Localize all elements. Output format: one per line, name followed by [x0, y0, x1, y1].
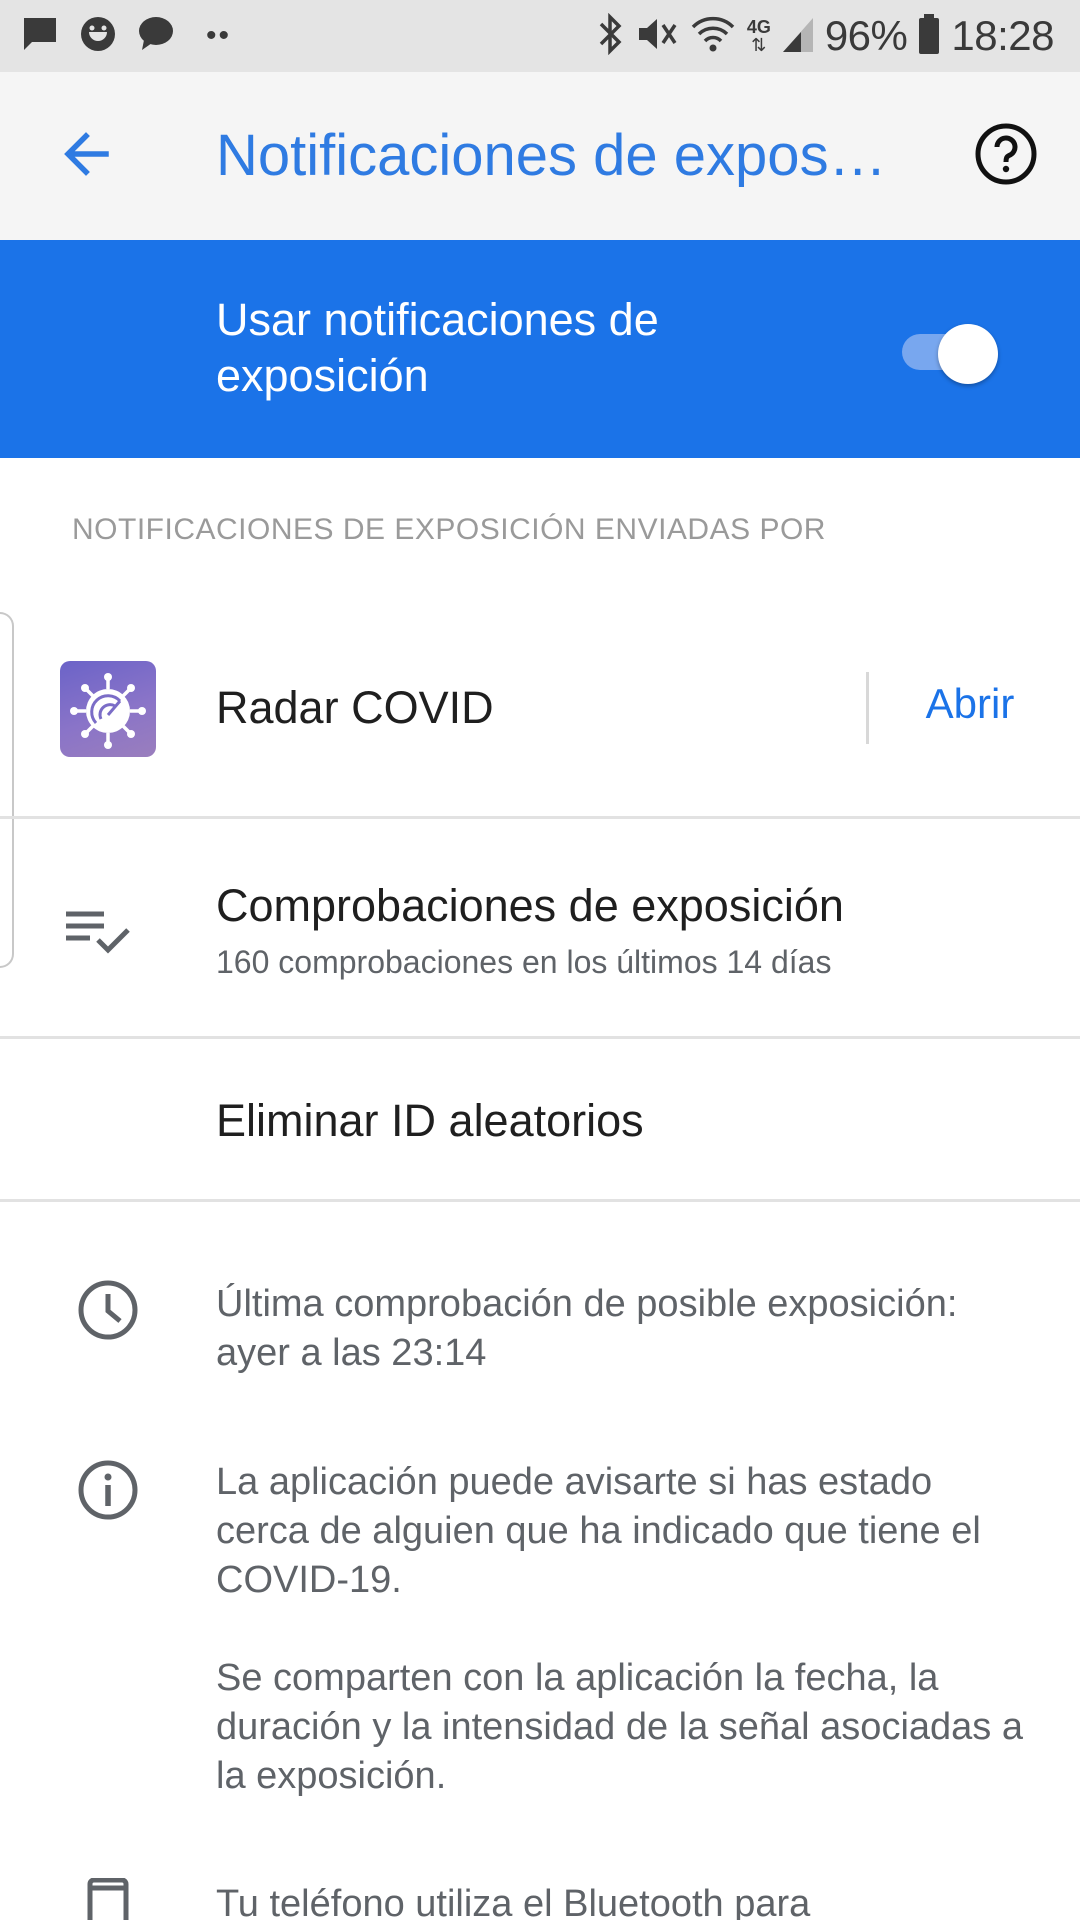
info-icon — [76, 1458, 140, 1522]
chat-bubble-icon — [136, 14, 176, 59]
exposure-checks-summary: 160 comprobaciones en los últimos 14 día… — [216, 944, 832, 980]
battery-percentage: 96% — [824, 12, 908, 59]
last-check-text: Última comprobación de posible exposició… — [216, 1283, 958, 1374]
exposure-notifications-switch[interactable] — [900, 324, 1000, 384]
status-bar-notifications: •• — [20, 14, 231, 58]
delete-random-ids-row[interactable]: Eliminar ID aleatorios — [0, 1040, 1080, 1200]
shared-data-text: Se comparten con la aplicación la fecha,… — [216, 1657, 1023, 1797]
more-notifications-icon: •• — [206, 19, 232, 52]
phone-icon — [76, 1877, 140, 1920]
arrow-left-icon — [60, 128, 112, 185]
exposure-checks-title: Comprobaciones de exposición — [216, 880, 844, 931]
help-circle-icon — [974, 122, 1038, 191]
app-notice-text: La aplicación puede avisarte si has esta… — [216, 1461, 981, 1601]
battery-icon — [917, 13, 941, 60]
toggle-label: Usar notificaciones de exposición — [216, 294, 659, 401]
smiley-icon — [78, 14, 118, 59]
bluetooth-usage-text: Tu teléfono utiliza el Bluetooth para — [216, 1883, 811, 1920]
checklist-icon — [60, 902, 140, 962]
exposure-checks-row[interactable]: Comprobaciones de exposición 160 comprob… — [0, 822, 1080, 1036]
page-title: Notificaciones de expos… — [216, 123, 887, 188]
status-bar: •• 4G ⇅ 96% 18:28 — [0, 0, 1080, 72]
network-type-icon: 4G ⇅ — [746, 17, 771, 55]
clock-icon — [76, 1278, 140, 1342]
section-header: NOTIFICACIONES DE EXPOSICIÓN ENVIADAS PO… — [72, 513, 826, 546]
status-bar-system: 4G ⇅ 96% 18:28 — [595, 12, 1054, 60]
back-button[interactable] — [44, 114, 128, 198]
message-icon — [20, 14, 60, 59]
divider — [0, 1199, 1080, 1202]
divider — [0, 816, 1080, 819]
wifi-icon — [689, 13, 737, 60]
exposure-notifications-toggle-row[interactable]: Usar notificaciones de exposición — [0, 240, 1080, 458]
divider — [0, 1036, 1080, 1039]
vertical-divider — [866, 672, 869, 744]
open-button[interactable]: Abrir — [900, 680, 1040, 728]
switch-thumb — [938, 324, 998, 384]
bluetooth-icon — [595, 12, 625, 60]
app-bar: Notificaciones de expos… — [0, 72, 1080, 240]
help-button[interactable] — [972, 122, 1040, 190]
mute-icon — [635, 13, 679, 60]
app-row-radar-covid[interactable]: Radar COVID Abrir — [0, 608, 1080, 816]
clock: 18:28 — [951, 12, 1054, 59]
signal-icon — [781, 14, 815, 59]
radar-covid-app-icon — [60, 661, 156, 757]
app-name: Radar COVID — [216, 682, 494, 733]
delete-random-ids-label: Eliminar ID aleatorios — [216, 1095, 644, 1146]
